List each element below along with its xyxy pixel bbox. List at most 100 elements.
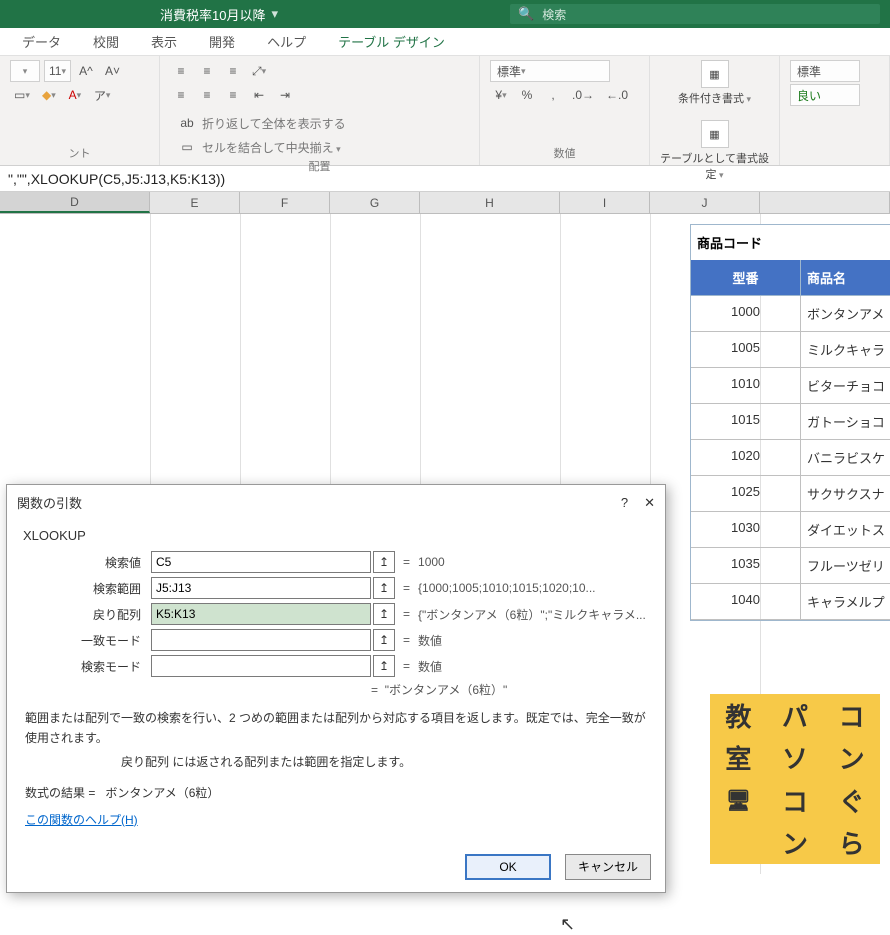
- cell-code: 1040: [691, 584, 801, 620]
- formula-text: ","",XLOOKUP(C5,J5:J13,K5:K13)): [8, 171, 225, 187]
- cell-name: フルーツゼリ: [801, 548, 890, 584]
- tab-dev[interactable]: 開発: [207, 28, 237, 55]
- cell-code: 1015: [691, 404, 801, 440]
- cell-style-good[interactable]: 良い: [790, 84, 860, 106]
- arg-input[interactable]: [151, 603, 371, 625]
- range-picker-icon[interactable]: ↥: [373, 577, 395, 599]
- table-row[interactable]: 1005ミルクキャラ: [691, 332, 890, 368]
- result-label: 数式の結果 =: [25, 786, 95, 800]
- tab-table-design[interactable]: テーブル デザイン: [336, 28, 447, 55]
- tab-help[interactable]: ヘルプ: [265, 28, 308, 55]
- wrap-text[interactable]: 折り返して全体を表示する: [202, 115, 346, 132]
- tab-data[interactable]: データ: [20, 28, 63, 55]
- arg-input[interactable]: [151, 551, 371, 573]
- cell-name: ボンタンアメ: [801, 296, 890, 332]
- currency-icon[interactable]: ¥: [490, 84, 512, 106]
- column-headers: D E F G H I J: [0, 192, 890, 214]
- col-D[interactable]: D: [0, 192, 150, 213]
- table-row[interactable]: 1025サクサクスナ: [691, 476, 890, 512]
- indent-dec-icon[interactable]: ⇤: [248, 84, 270, 106]
- table-row[interactable]: 1010ビターチョコ: [691, 368, 890, 404]
- comma-icon[interactable]: ,: [542, 84, 564, 106]
- range-picker-icon[interactable]: ↥: [373, 603, 395, 625]
- inc-decimal-icon[interactable]: .0→: [568, 84, 598, 106]
- col-I[interactable]: I: [560, 192, 650, 213]
- font-dropdown[interactable]: [10, 60, 40, 82]
- arg-input[interactable]: [151, 629, 371, 651]
- table-row[interactable]: 1040キャラメルプ: [691, 584, 890, 620]
- worksheet[interactable]: 商品コード 型番 商品名 1000ボンタンアメ1005ミルクキャラ1010ビター…: [0, 214, 890, 874]
- cell-code: 1000: [691, 296, 801, 332]
- arg-result: {1000;1005;1010;1015;1020;10...: [418, 581, 596, 595]
- conditional-format-button[interactable]: ▦ 条件付き書式: [678, 60, 751, 106]
- document-name: 消費税率10月以降: [160, 5, 265, 24]
- range-picker-icon[interactable]: ↥: [373, 655, 395, 677]
- align-right-icon[interactable]: ≡: [222, 84, 244, 106]
- font-size[interactable]: 11: [44, 60, 71, 82]
- font-color-icon[interactable]: A: [64, 84, 86, 106]
- col-J[interactable]: J: [650, 192, 760, 213]
- cancel-button[interactable]: キャンセル: [565, 854, 651, 880]
- col-H[interactable]: H: [420, 192, 560, 213]
- cursor-icon: ↖: [560, 914, 575, 935]
- table-row[interactable]: 1015ガトーショコ: [691, 404, 890, 440]
- close-icon[interactable]: ✕: [644, 495, 655, 511]
- col-F[interactable]: F: [240, 192, 330, 213]
- range-picker-icon[interactable]: ↥: [373, 551, 395, 573]
- cell-name: バニラビスケ: [801, 440, 890, 476]
- chevron-down-icon[interactable]: ▾: [271, 6, 278, 22]
- arg-row: 戻り配列↥={"ボンタンアメ（6粒）";"ミルクキャラメ...: [21, 603, 651, 625]
- table-row[interactable]: 1035フルーツゼリ: [691, 548, 890, 584]
- function-description: 範囲または配列で一致の検索を行い、2 つめの範囲または配列から対応する項目を返し…: [25, 708, 647, 749]
- help-icon[interactable]: ?: [621, 495, 628, 511]
- cell-code: 1020: [691, 440, 801, 476]
- arg-input[interactable]: [151, 577, 371, 599]
- preview-value: "ボンタンアメ（6粒）": [385, 683, 508, 697]
- percent-icon[interactable]: %: [516, 84, 538, 106]
- dialog-title: 関数の引数: [17, 493, 82, 512]
- merge-icon[interactable]: ▭: [176, 136, 198, 158]
- orientation-icon[interactable]: ⤢: [248, 60, 270, 82]
- table-row[interactable]: 1020バニラビスケ: [691, 440, 890, 476]
- indent-inc-icon[interactable]: ⇥: [274, 84, 296, 106]
- align-bot-icon[interactable]: ≡: [222, 60, 244, 82]
- align-top-icon[interactable]: ≡: [170, 60, 192, 82]
- tab-review[interactable]: 校閲: [91, 28, 121, 55]
- arg-result: 1000: [418, 555, 445, 569]
- table-row[interactable]: 1000ボンタンアメ: [691, 296, 890, 332]
- titlebar: 消費税率10月以降 ▾ 🔍 検索: [0, 0, 890, 28]
- wrap-icon[interactable]: ab: [176, 112, 198, 134]
- search-input[interactable]: 🔍 検索: [510, 4, 880, 24]
- table-row[interactable]: 1030ダイエットス: [691, 512, 890, 548]
- cell-code: 1035: [691, 548, 801, 584]
- result-value: ボンタンアメ（6粒）: [105, 786, 219, 800]
- monitor-icon: 🖥: [710, 779, 767, 822]
- format-as-table-icon: ▦: [701, 120, 729, 148]
- col-E[interactable]: E: [150, 192, 240, 213]
- range-picker-icon[interactable]: ↥: [373, 629, 395, 651]
- col-G[interactable]: G: [330, 192, 420, 213]
- cell-style-normal[interactable]: 標準: [790, 60, 860, 82]
- merge-center[interactable]: セルを結合して中央揃え: [202, 139, 341, 156]
- dec-decimal-icon[interactable]: ←.0: [602, 84, 632, 106]
- phonetic-icon[interactable]: ア: [90, 84, 115, 106]
- cell-code: 1030: [691, 512, 801, 548]
- format-as-table-button[interactable]: ▦ テーブルとして書式設定: [660, 120, 769, 182]
- border-icon[interactable]: ▭: [10, 84, 34, 106]
- arg-row: 検索範囲↥={1000;1005;1010;1015;1020;10...: [21, 577, 651, 599]
- logo-badge: 教パコ 室ソン 🖥コぐ ンら: [710, 694, 880, 864]
- fill-color-icon[interactable]: ◆: [38, 84, 60, 106]
- align-center-icon[interactable]: ≡: [196, 84, 218, 106]
- increase-font-icon[interactable]: A^: [75, 60, 97, 82]
- arg-input[interactable]: [151, 655, 371, 677]
- col-K[interactable]: [760, 192, 890, 213]
- align-left-icon[interactable]: ≡: [170, 84, 192, 106]
- align-mid-icon[interactable]: ≡: [196, 60, 218, 82]
- decrease-font-icon[interactable]: A˅: [101, 60, 124, 82]
- number-format[interactable]: 標準: [490, 60, 610, 82]
- conditional-format-icon: ▦: [701, 60, 729, 88]
- tab-view[interactable]: 表示: [149, 28, 179, 55]
- ok-button[interactable]: OK: [465, 854, 551, 880]
- function-name: XLOOKUP: [23, 528, 651, 543]
- function-help-link[interactable]: この関数のヘルプ(H): [25, 811, 138, 828]
